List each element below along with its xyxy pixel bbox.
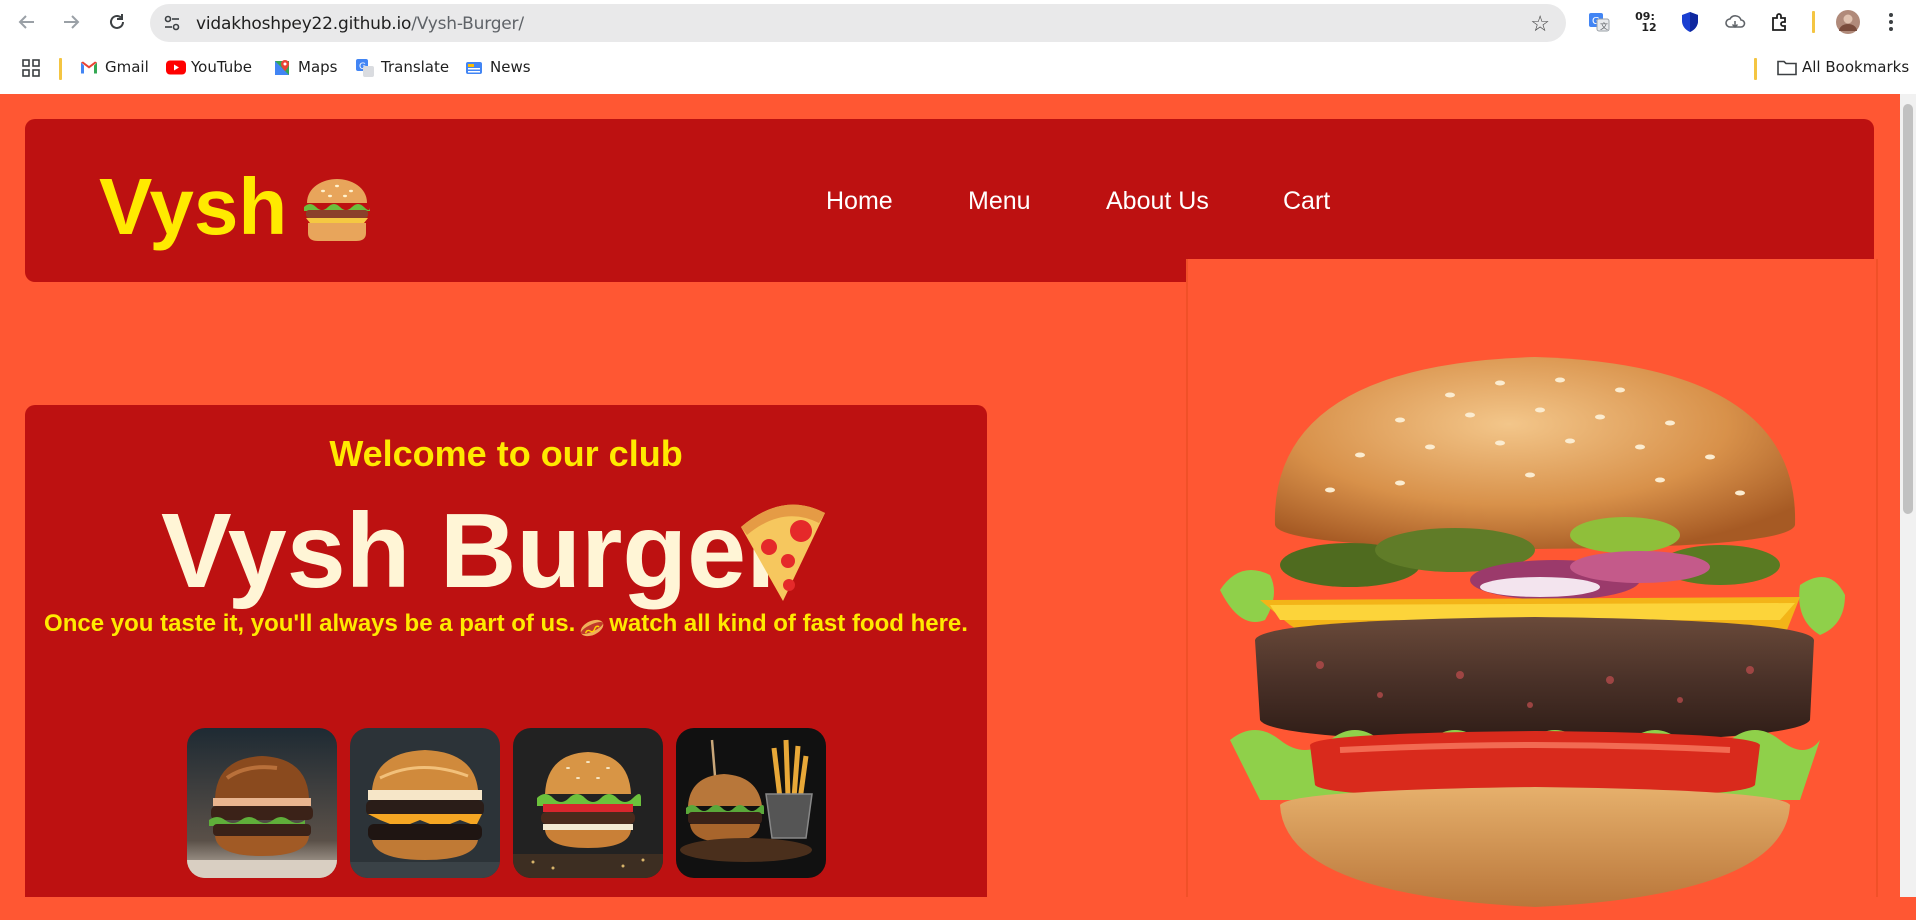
burger-thumbnail-2[interactable]: [350, 728, 500, 878]
welcome-heading: Welcome to our club: [329, 433, 683, 474]
scrollbar-thumb[interactable]: [1903, 104, 1913, 514]
apps-grid-icon[interactable]: [22, 59, 40, 77]
profile-avatar[interactable]: [1835, 9, 1861, 35]
hero-panel: Welcome to our club Vysh Burger Once you…: [25, 405, 987, 897]
cloud-ext-icon[interactable]: [1722, 9, 1748, 35]
youtube-icon: [166, 59, 186, 76]
url-text[interactable]: vidakhoshpey22.github.io/Vysh-Burger/: [196, 14, 524, 34]
url-host: vidakhoshpey22.github.io: [196, 14, 412, 34]
nav-cart-link[interactable]: Cart: [1283, 187, 1330, 216]
all-bookmarks-label: All Bookmarks: [1802, 58, 1910, 76]
bookmarks-bar: Gmail YouTube Maps G Translate News All …: [0, 52, 1916, 84]
bookmark-label: News: [490, 58, 531, 76]
gmail-icon: [80, 59, 97, 76]
clock-ext-icon[interactable]: 09: 12: [1632, 9, 1658, 35]
burger-thumbnail-1[interactable]: [187, 728, 337, 878]
bookmark-maps[interactable]: Maps: [273, 58, 337, 76]
bookmark-label: Gmail: [105, 58, 149, 76]
extensions-puzzle-icon[interactable]: [1767, 9, 1793, 35]
address-bar[interactable]: vidakhoshpey22.github.io/Vysh-Burger/ ☆: [150, 4, 1566, 42]
shield-ext-icon[interactable]: [1677, 9, 1703, 35]
folder-icon: [1777, 59, 1797, 76]
nav-home-link[interactable]: Home: [826, 187, 893, 216]
tagline-part2: watch all kind of fast food here.: [609, 610, 968, 637]
bookmark-news[interactable]: News: [465, 58, 531, 76]
bookmark-label: Translate: [381, 58, 450, 76]
bookmark-translate[interactable]: G Translate: [356, 58, 450, 77]
hero-burger-image: [1200, 335, 1850, 915]
burger-thumbnails: [187, 728, 826, 878]
maps-icon: [273, 59, 290, 76]
burger-thumbnail-3[interactable]: [513, 728, 663, 878]
page-scrollbar[interactable]: [1900, 94, 1916, 897]
burger-thumbnail-4[interactable]: [676, 728, 826, 878]
bookmark-star-icon[interactable]: ☆: [1530, 11, 1550, 37]
tagline: Once you taste it, you'll always be a pa…: [25, 610, 987, 638]
bookmark-label: Maps: [298, 58, 338, 76]
toolbar-separator: [1812, 11, 1815, 33]
browser-menu-icon[interactable]: [1878, 9, 1904, 35]
nav-about-link[interactable]: About Us: [1106, 187, 1209, 216]
bookmark-youtube[interactable]: YouTube: [166, 58, 252, 76]
bookmark-gmail[interactable]: Gmail: [80, 58, 149, 76]
all-bookmarks-button[interactable]: All Bookmarks: [1777, 58, 1909, 76]
browser-chrome: vidakhoshpey22.github.io/Vysh-Burger/ ☆ …: [0, 0, 1916, 94]
clock-ext-bottom: 12: [1641, 21, 1657, 34]
main-nav: Home Menu About Us Cart: [25, 119, 1874, 282]
browser-toolbar: vidakhoshpey22.github.io/Vysh-Burger/ ☆ …: [0, 0, 1916, 44]
bookmarks-separator: [59, 58, 62, 80]
google-translate-ext-icon[interactable]: G文: [1586, 9, 1612, 35]
nav-menu-link[interactable]: Menu: [968, 187, 1031, 216]
hotdog-emoji-icon: [579, 616, 605, 636]
reload-icon[interactable]: [104, 9, 130, 35]
tagline-part1: Once you taste it, you'll always be a pa…: [44, 610, 576, 637]
pizza-emoji-icon: [733, 497, 833, 603]
brand-heading: Vysh Burger: [161, 492, 788, 610]
back-icon[interactable]: [14, 9, 40, 35]
site-info-icon[interactable]: [162, 13, 182, 33]
bookmark-label: YouTube: [191, 58, 252, 76]
translate-icon: G: [356, 58, 374, 77]
news-icon: [465, 59, 482, 76]
svg-text:文: 文: [1600, 21, 1608, 31]
bookmarks-separator-right: [1754, 58, 1757, 80]
forward-icon[interactable]: [58, 9, 84, 35]
site-header: Vysh Home Menu About Us Cart: [25, 119, 1874, 282]
url-path: /Vysh-Burger/: [411, 14, 524, 34]
